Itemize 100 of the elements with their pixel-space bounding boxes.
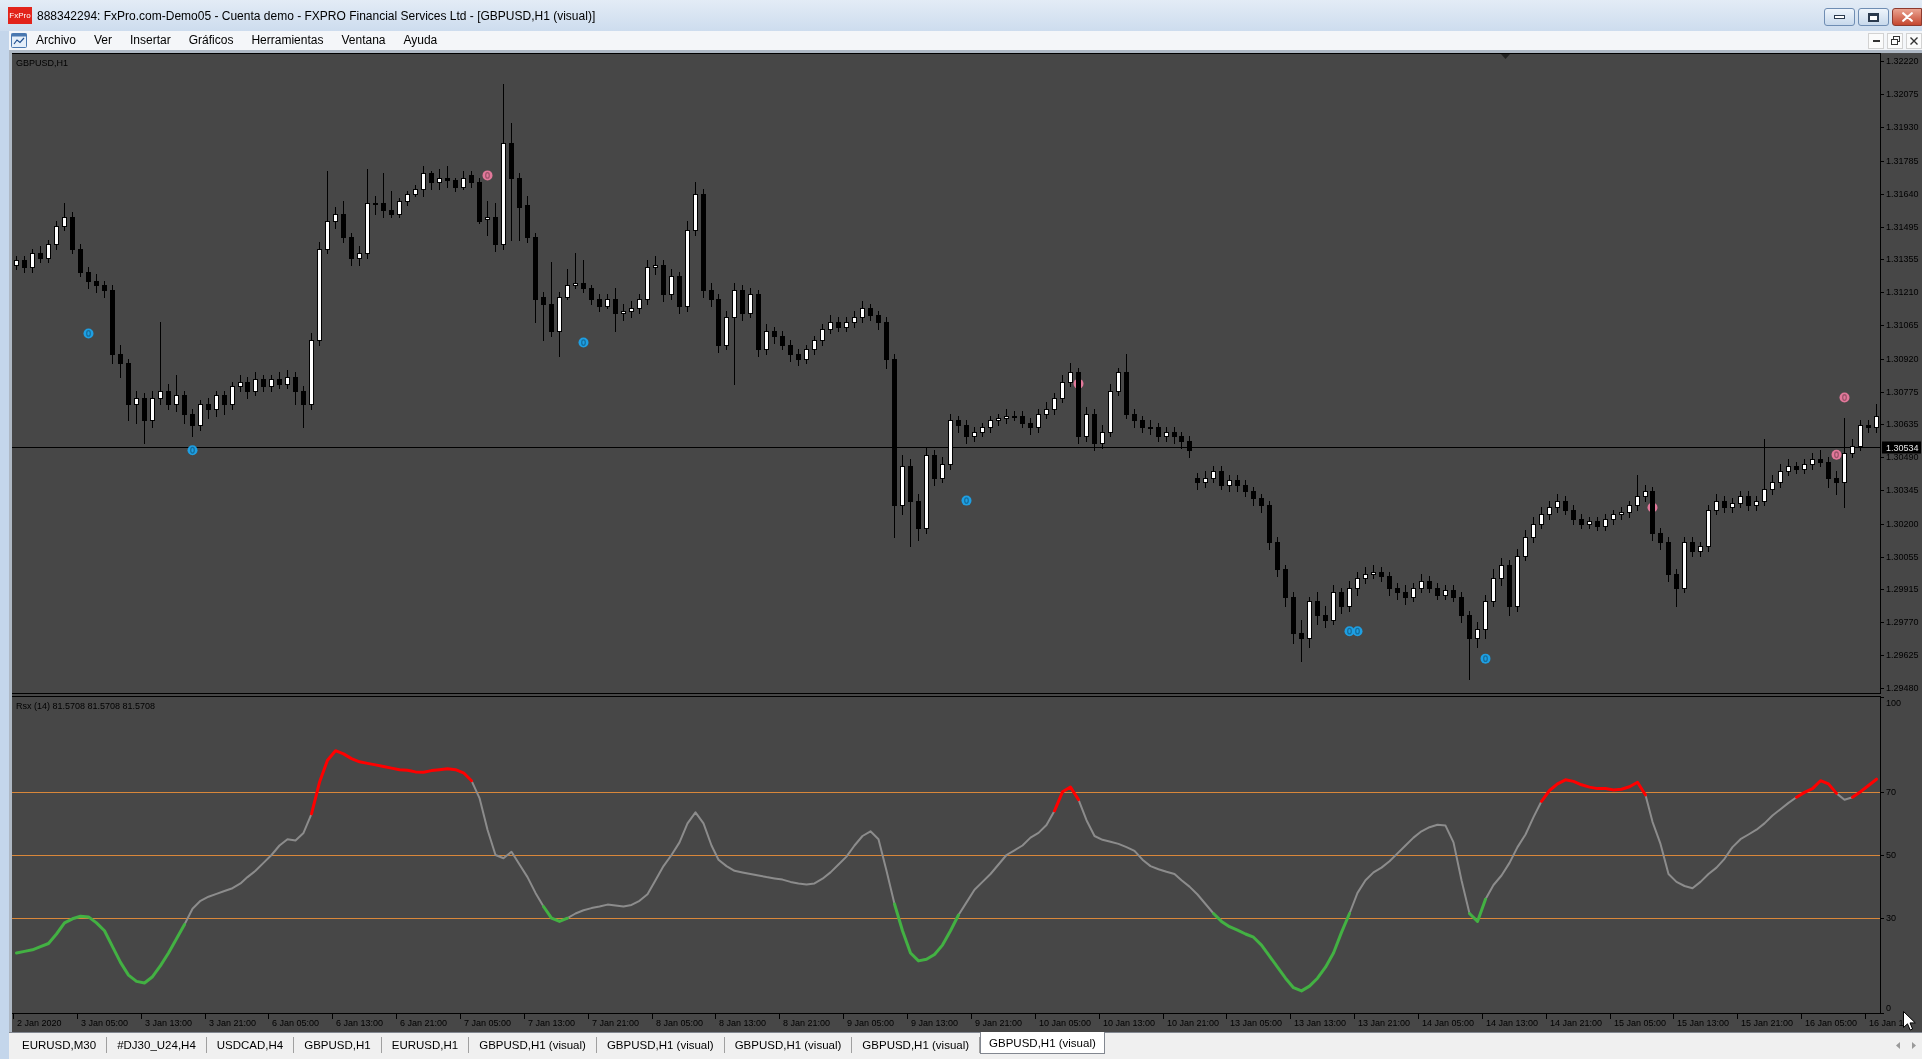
candle [1826, 456, 1831, 489]
candle [1619, 506, 1624, 521]
maximize-button[interactable] [1858, 8, 1889, 26]
candle [517, 172, 522, 242]
candle [836, 316, 841, 333]
candle [245, 376, 250, 400]
menu-item[interactable]: Ventana [332, 31, 395, 50]
tab[interactable]: #DJ30_U24,H4 [107, 1037, 207, 1053]
time-label: 6 Jan 13:00 [336, 1018, 384, 1029]
candle [565, 268, 570, 301]
candle [1571, 504, 1576, 526]
candle [820, 323, 825, 347]
tab[interactable]: EURUSD,M30 [12, 1037, 108, 1053]
time-label: 14 Jan 21:00 [1550, 1018, 1603, 1029]
candle [445, 165, 450, 189]
axis-label: 1.29480 [1886, 683, 1919, 693]
tab[interactable]: GBPUSD,H1 (visual) [596, 1037, 725, 1053]
tab[interactable]: GBPUSD,H1 (visual) [469, 1037, 597, 1053]
candle [669, 268, 674, 301]
circle-marker-icon [482, 170, 493, 181]
menu-item[interactable]: Gráficos [179, 31, 243, 50]
candle [1451, 584, 1456, 603]
time-label: 9 Jan 05:00 [847, 1018, 895, 1029]
candle [1108, 383, 1113, 438]
candle [1858, 419, 1863, 452]
axis-label: 1.29770 [1886, 617, 1919, 627]
candle [780, 330, 785, 351]
candle [301, 385, 306, 429]
candle [429, 170, 434, 191]
candle [285, 369, 290, 390]
candle [389, 190, 394, 219]
time-label: 8 Jan 05:00 [656, 1018, 704, 1029]
menu-item[interactable]: Ver [85, 31, 122, 50]
candle [932, 449, 937, 487]
candle [1060, 374, 1065, 404]
tab[interactable]: GBPUSD,H1 (visual) [724, 1037, 853, 1053]
candle [70, 211, 75, 255]
candle [796, 348, 801, 367]
candle [198, 399, 203, 432]
candle [884, 316, 889, 370]
menu-item[interactable]: Herramientas [242, 31, 333, 50]
candle [1291, 591, 1296, 645]
minimize-button[interactable] [1868, 32, 1884, 49]
chart-window-icon[interactable] [11, 33, 27, 48]
candle [613, 287, 618, 333]
menu-item[interactable]: Ayuda [394, 31, 447, 50]
axis-label: 1.30775 [1886, 386, 1919, 397]
menu-item[interactable]: Insertar [121, 31, 180, 50]
candle [1307, 596, 1312, 649]
candle [852, 310, 857, 329]
candle [1866, 419, 1871, 434]
candle [1187, 435, 1192, 459]
candle [1643, 484, 1648, 503]
candle [1499, 557, 1504, 587]
tab[interactable]: USDCAD,H4 [206, 1037, 295, 1053]
restore-button[interactable] [1887, 32, 1903, 49]
candle [573, 252, 578, 290]
candle [1435, 582, 1440, 601]
candle [812, 335, 817, 356]
candle [756, 289, 761, 358]
tab[interactable]: GBPUSD,H1 (visual) [980, 1032, 1105, 1054]
circle-marker-icon [1839, 392, 1850, 403]
candle [14, 255, 19, 271]
candle [1611, 509, 1616, 526]
time-label: 8 Jan 21:00 [783, 1018, 831, 1029]
candle [900, 454, 905, 516]
axis-label: 1.31785 [1886, 155, 1919, 166]
candle [269, 374, 274, 393]
candle [1706, 504, 1711, 553]
tab[interactable]: EURUSD,H1 [381, 1037, 470, 1053]
candle [844, 316, 849, 333]
candle [134, 390, 139, 425]
time-label: 6 Jan 21:00 [400, 1018, 448, 1029]
candle [142, 392, 147, 445]
candle [589, 284, 594, 306]
menu-item[interactable]: Archivo [27, 31, 85, 50]
candle [1754, 495, 1759, 512]
candle [1635, 474, 1640, 512]
candle [597, 293, 602, 313]
candle [62, 202, 67, 232]
axis-label: 1.32220 [1886, 55, 1919, 66]
circle-marker-icon [578, 337, 589, 348]
candle [1243, 479, 1248, 498]
minimize-button[interactable] [1824, 8, 1855, 26]
candle [1012, 410, 1017, 422]
candle [1403, 584, 1408, 606]
candle [174, 374, 179, 413]
candle [772, 326, 777, 345]
close-button[interactable] [1892, 8, 1922, 26]
candle [1682, 536, 1687, 594]
circle-marker-icon [1831, 449, 1842, 460]
candle [230, 381, 235, 411]
candle [1419, 573, 1424, 594]
tab[interactable]: GBPUSD,H1 [294, 1037, 382, 1053]
maximize-icon [1868, 12, 1879, 22]
candle [1515, 548, 1520, 613]
candle [1148, 419, 1153, 436]
candle [1036, 408, 1041, 434]
candle [341, 200, 346, 244]
candle [1443, 584, 1448, 601]
